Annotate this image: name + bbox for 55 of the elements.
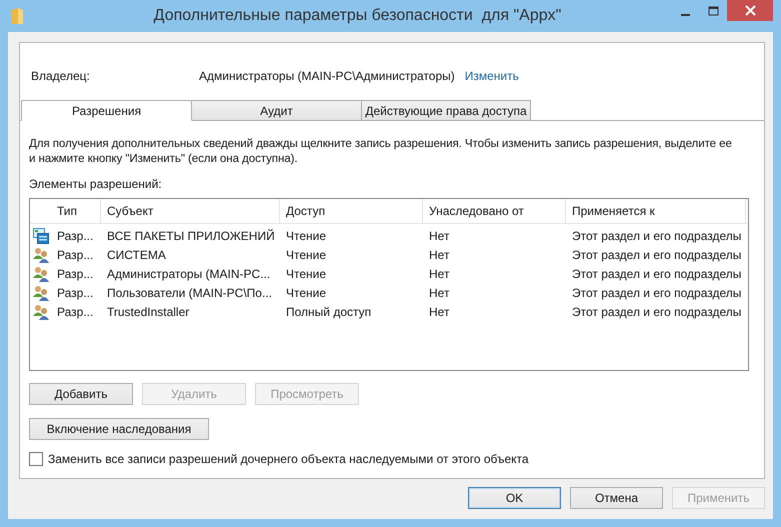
column-header[interactable]: Доступ <box>280 199 423 223</box>
dialog-button[interactable]: OK <box>468 487 561 509</box>
user-group-icon <box>33 284 49 300</box>
action-button[interactable]: Добавить <box>29 383 133 405</box>
maximize-icon <box>708 6 718 16</box>
column-header[interactable]: Тип <box>51 199 101 223</box>
tab[interactable]: Действующие права доступа <box>361 100 531 121</box>
table-cell-text: Нет <box>428 228 450 242</box>
table-cell-text: Этот раздел и его подразделы <box>571 304 742 318</box>
checkbox-label: Заменить все записи разрешений дочернего объекта наследуемыми от этого объекта <box>48 452 529 466</box>
table-cell-text: Администраторы (MAIN-PC... <box>106 266 272 280</box>
table-cell-text: Чтение <box>285 248 328 262</box>
user-group-icon <box>33 246 49 262</box>
folder-icon <box>10 7 24 25</box>
window-title: Дополнительные параметры безопасности для "Appx" <box>152 7 562 25</box>
table-cell-text: Этот раздел и его подразделы <box>571 228 742 242</box>
user-group-icon <box>33 266 49 282</box>
change-link[interactable]: Изменить <box>464 69 519 83</box>
table-cell-text: Чтение <box>285 286 328 300</box>
table-cell-text: Чтение <box>285 266 328 280</box>
column-header[interactable]: Субъект <box>101 199 280 223</box>
package-icon <box>33 228 49 244</box>
table-cell-text: Нет <box>428 248 450 262</box>
user-group-icon <box>33 304 49 320</box>
table-cell-text: Этот раздел и его подразделы <box>571 248 742 262</box>
table-cell-text: Разр... <box>56 248 94 262</box>
table-cell-text: Разр... <box>56 286 94 300</box>
table-cell-text: Нет <box>428 266 450 280</box>
description-text: Для получения дополнительных сведений дважды щелкните запись разрешения. Чтобы изменить запись разрешения, выделите ее и нажмите кнопку "Изменить" (если она доступна). <box>29 136 733 166</box>
inheritance-button[interactable]: Включение наследования <box>29 418 209 440</box>
minimize-icon <box>680 14 690 16</box>
table-cell-text: Разр... <box>56 228 94 242</box>
dialog-button[interactable]: Отмена <box>570 487 663 509</box>
table-cell-text: Разр... <box>56 266 94 280</box>
column-header[interactable]: Унаследовано от <box>423 199 566 223</box>
table-cell-text: Чтение <box>285 228 328 242</box>
table-cell-text: Нет <box>428 304 450 318</box>
table-cell-text: Нет <box>428 286 450 300</box>
table-cell-text: СИСТЕМА <box>106 248 167 262</box>
close-icon <box>744 5 756 16</box>
table-cell-text: TrustedInstaller <box>106 304 190 318</box>
owner-label: Владелец: <box>31 69 91 83</box>
tab[interactable]: Разрешения <box>21 100 192 121</box>
table-cell-text: Разр... <box>56 304 94 318</box>
table-cell-text: Полный доступ <box>285 304 372 318</box>
table-cell-text: Пользователи (MAIN-PC\По... <box>106 286 273 300</box>
table-cell-text: ВСЕ ПАКЕТЫ ПРИЛОЖЕНИЙ <box>106 228 276 242</box>
list-label: Элементы разрешений: <box>29 177 163 191</box>
checkbox[interactable] <box>29 452 43 466</box>
tab[interactable]: Аудит <box>191 100 362 121</box>
column-header[interactable]: Применяется к <box>566 199 746 223</box>
owner-value: Администраторы (MAIN-PC\Администраторы) <box>199 69 455 83</box>
table-cell-text: Этот раздел и его подразделы <box>571 266 742 280</box>
table-cell-text: Этот раздел и его подразделы <box>571 286 742 300</box>
close-button[interactable] <box>727 0 773 21</box>
